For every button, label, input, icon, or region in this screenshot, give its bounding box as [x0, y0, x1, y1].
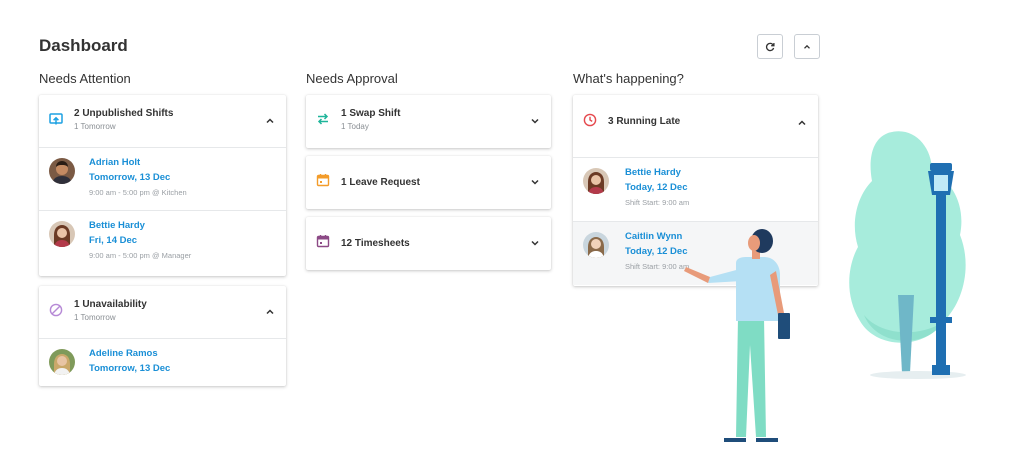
unavailability-header[interactable]: 1 Unavailability 1 Tomorrow	[39, 286, 286, 338]
person-name[interactable]: Adrian Holt	[89, 157, 140, 168]
unpublished-shifts-card: 2 Unpublished Shifts 1 Tomorrow Adrian H…	[39, 95, 286, 276]
list-item[interactable]: Adrian Holt Tomorrow, 13 Dec 9:00 am - 5…	[39, 147, 286, 210]
list-item[interactable]: Bettie Hardy Today, 12 Dec Shift Start: …	[573, 157, 818, 221]
list-item[interactable]: Adeline Ramos Tomorrow, 13 Dec	[39, 338, 286, 386]
card-subtitle: 1 Tomorrow	[74, 122, 116, 131]
person-name[interactable]: Bettie Hardy	[89, 220, 145, 231]
swap-arrows-icon	[317, 113, 329, 125]
swap-shift-card[interactable]: 1 Swap Shift 1 Today	[306, 95, 551, 148]
timesheets-header[interactable]: 12 Timesheets	[306, 217, 551, 269]
person-shift: 9:00 am - 5:00 pm @ Kitchen	[89, 188, 187, 197]
upload-screen-icon	[49, 113, 63, 125]
person-illustration	[684, 229, 790, 442]
chevron-down-icon[interactable]	[529, 237, 541, 249]
card-subtitle: 1 Tomorrow	[74, 313, 116, 322]
card-title: 1 Swap Shift	[341, 108, 401, 119]
needs-approval-heading: Needs Approval	[306, 71, 398, 86]
clock-icon	[583, 113, 597, 127]
avatar	[49, 221, 75, 247]
person-date: Today, 12 Dec	[625, 182, 688, 193]
shift-start: Shift Start: 9:00 am	[625, 198, 690, 207]
avatar	[49, 158, 75, 184]
running-late-header[interactable]: 3 Running Late	[573, 95, 818, 157]
timesheets-card[interactable]: 12 Timesheets	[306, 217, 551, 270]
unpublished-shifts-header[interactable]: 2 Unpublished Shifts 1 Tomorrow	[39, 95, 286, 147]
card-subtitle: 1 Today	[341, 122, 369, 131]
tree-lamp-illustration	[849, 131, 966, 379]
card-title: 1 Unavailability	[74, 299, 147, 310]
whats-happening-heading: What's happening?	[573, 71, 684, 86]
leave-request-header[interactable]: 1 Leave Request	[306, 156, 551, 208]
chevron-up-icon[interactable]	[796, 117, 808, 129]
leave-request-card[interactable]: 1 Leave Request	[306, 156, 551, 209]
person-date: Fri, 14 Dec	[89, 235, 138, 246]
refresh-icon	[765, 42, 775, 51]
needs-attention-heading: Needs Attention	[39, 71, 131, 86]
chevron-down-icon[interactable]	[529, 115, 541, 127]
person-name[interactable]: Bettie Hardy	[625, 167, 681, 178]
person-name[interactable]: Caitlin Wynn	[625, 231, 682, 242]
refresh-button[interactable]	[757, 34, 783, 59]
person-shift: 9:00 am - 5:00 pm @ Manager	[89, 251, 192, 260]
page-title: Dashboard	[39, 36, 128, 55]
person-date: Tomorrow, 13 Dec	[89, 172, 171, 183]
card-title: 2 Unpublished Shifts	[74, 108, 174, 119]
card-title: 3 Running Late	[608, 116, 681, 127]
chevron-up-icon[interactable]	[264, 115, 276, 127]
calendar-icon	[316, 174, 330, 187]
chevron-up-icon[interactable]	[264, 306, 276, 318]
ban-icon	[49, 303, 63, 317]
person-date: Tomorrow, 13 Dec	[89, 363, 171, 374]
avatar	[49, 349, 75, 375]
chevron-down-icon[interactable]	[529, 176, 541, 188]
chevron-up-icon	[804, 44, 810, 49]
avatar	[583, 168, 609, 194]
swap-shift-header[interactable]: 1 Swap Shift 1 Today	[306, 95, 551, 147]
avatar	[583, 232, 609, 258]
card-title: 1 Leave Request	[341, 177, 420, 188]
person-name[interactable]: Adeline Ramos	[89, 348, 158, 359]
collapse-all-button[interactable]	[794, 34, 820, 59]
unavailability-card: 1 Unavailability 1 Tomorrow Adeline Ramo…	[39, 286, 286, 386]
person-date: Today, 12 Dec	[625, 246, 688, 257]
calendar-icon	[316, 235, 330, 248]
card-title: 12 Timesheets	[341, 238, 410, 249]
list-item[interactable]: Bettie Hardy Fri, 14 Dec 9:00 am - 5:00 …	[39, 210, 286, 274]
